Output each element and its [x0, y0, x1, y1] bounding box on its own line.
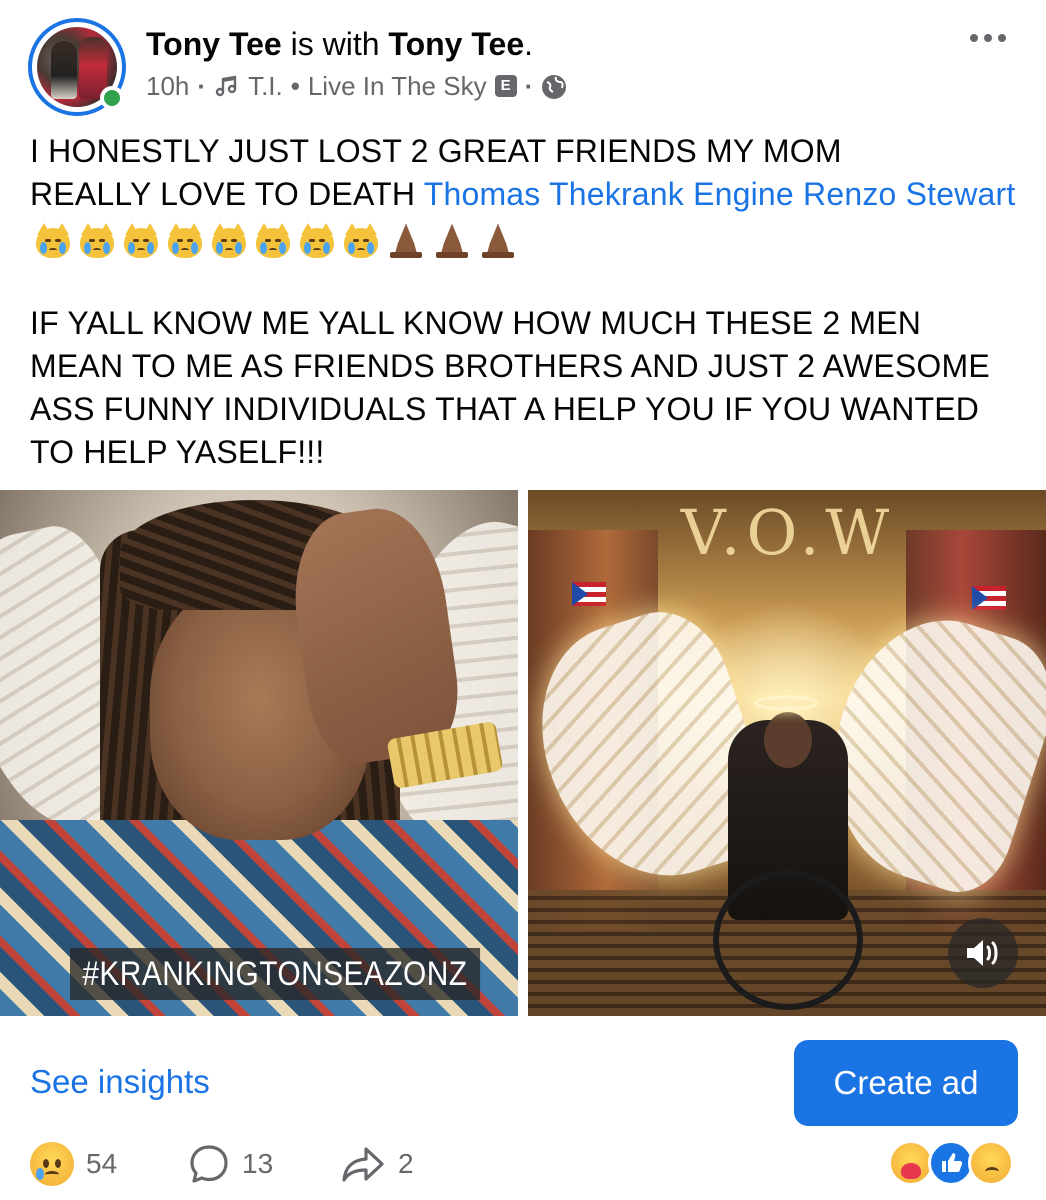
post-author-line: Tony Tee is with Tony Tee.: [146, 24, 533, 64]
shares-count[interactable]: 2: [340, 1142, 414, 1186]
sad-reaction-icon-2: [968, 1140, 1014, 1186]
sad-reaction-icon: [30, 1142, 74, 1186]
speaker-icon: [967, 940, 998, 966]
crying-cat-emoji: [342, 222, 380, 258]
music-note-icon: [214, 73, 240, 99]
crying-cat-emoji: [298, 222, 336, 258]
comments-count-value: 13: [242, 1148, 274, 1179]
emoji-row: [34, 222, 518, 258]
crying-cat-emoji: [78, 222, 116, 258]
crying-cat-emoji: [210, 222, 248, 258]
see-insights-link[interactable]: See insights: [30, 1062, 210, 1102]
globe-icon[interactable]: [541, 73, 567, 99]
praying-hands-emoji: [386, 222, 426, 258]
post-text: I HONESTLY JUST LOST 2 GREAT FRIENDS MY …: [30, 130, 1020, 474]
praying-hands-emoji: [432, 222, 472, 258]
post-line-1: I HONESTLY JUST LOST 2 GREAT FRIENDS MY …: [30, 133, 842, 169]
post-meta: 10h · T.I. • Live In The Sky E ·: [146, 68, 567, 104]
man-head: [764, 712, 812, 768]
with-text: is with: [290, 26, 380, 62]
post-time[interactable]: 10h: [146, 68, 189, 104]
song-title[interactable]: Live In The Sky: [308, 68, 487, 104]
reaction-summary[interactable]: [888, 1140, 1018, 1188]
create-ad-button[interactable]: Create ad: [794, 1040, 1018, 1126]
tagged-name-link[interactable]: Tony Tee: [388, 26, 524, 62]
song-separator: •: [290, 71, 300, 101]
halo: [754, 695, 818, 711]
post-line-2-text: REALLY LOVE TO DEATH: [30, 176, 424, 212]
crying-cat-emoji: [166, 222, 204, 258]
tagged-friend-1[interactable]: Thomas Thekrank Engine: [424, 176, 794, 212]
crying-cat-emoji: [34, 222, 72, 258]
song-artist[interactable]: T.I.: [248, 68, 283, 104]
comments-count[interactable]: 13: [188, 1142, 273, 1186]
photo-left[interactable]: [0, 490, 518, 1016]
photo-hashtag-caption: #KRANKINGTONSEAZONZ: [70, 948, 480, 1000]
praying-hands-emoji: [478, 222, 518, 258]
tagged-friend-2[interactable]: Renzo Stewart: [803, 176, 1015, 212]
reactions-count-value: 54: [86, 1148, 118, 1179]
online-status-dot: [100, 86, 124, 110]
crying-cat-emoji: [122, 222, 160, 258]
flag-right: [972, 586, 1006, 610]
meta-separator-2: ·: [524, 71, 534, 101]
post-paragraph-2: IF YALL KNOW ME YALL KNOW HOW MUCH THESE…: [30, 305, 990, 470]
reactions-count[interactable]: 54: [30, 1142, 117, 1186]
crying-cat-emoji: [254, 222, 292, 258]
more-dots-icon: [970, 34, 978, 42]
post-line-2: REALLY LOVE TO DEATH Thomas Thekrank Eng…: [30, 173, 1020, 259]
shares-count-value: 2: [398, 1148, 414, 1179]
more-options-button[interactable]: [964, 28, 1012, 48]
wheelchair: [713, 870, 863, 1010]
profile-avatar[interactable]: [28, 18, 126, 116]
share-icon: [342, 1147, 384, 1182]
meta-separator: ·: [197, 71, 207, 101]
comment-icon: [190, 1145, 228, 1183]
explicit-badge: E: [494, 75, 517, 97]
sound-toggle-button[interactable]: [948, 918, 1018, 988]
sky-text: V.O.W: [680, 496, 896, 569]
flag-left: [572, 582, 606, 606]
author-name-link[interactable]: Tony Tee: [146, 26, 282, 62]
tagged-suffix: .: [524, 26, 534, 62]
